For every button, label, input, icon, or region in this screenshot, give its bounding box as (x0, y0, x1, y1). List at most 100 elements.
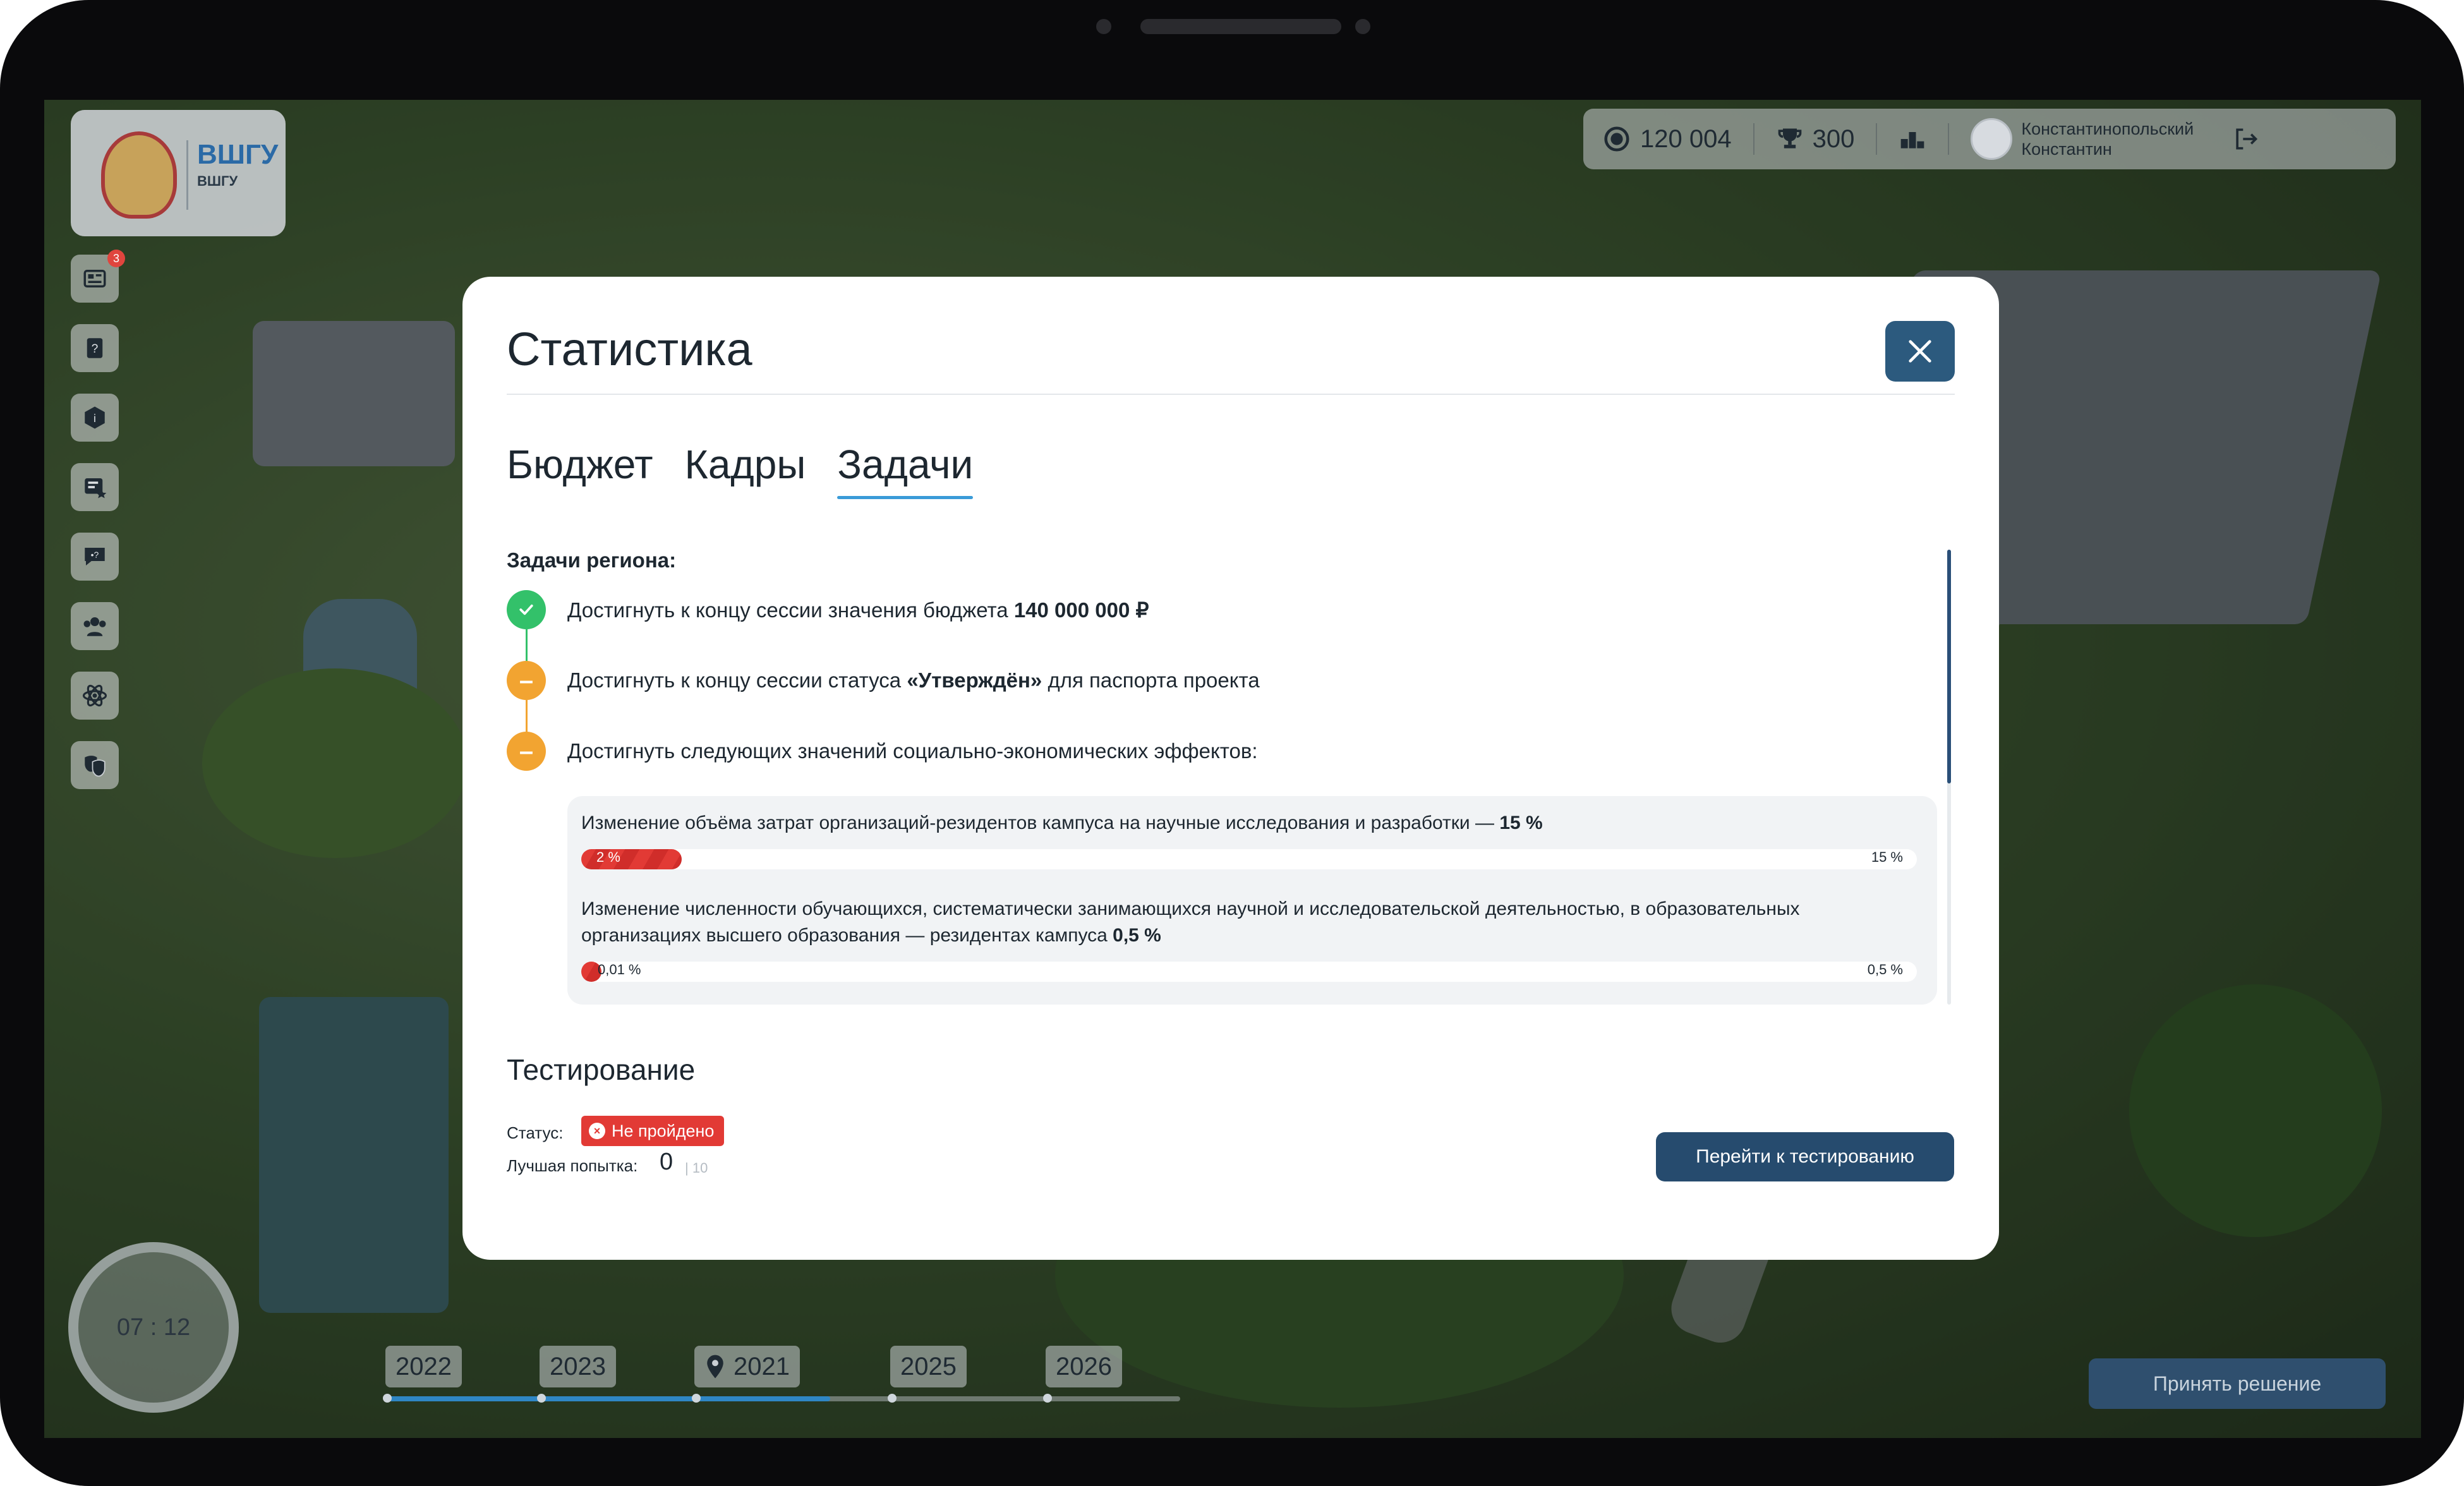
location-pin-icon (707, 1355, 723, 1379)
timeline-dot (888, 1394, 897, 1403)
user-firstname: Константин (2021, 140, 2112, 159)
effect-description: Изменение объёма затрат организаций-рези… (581, 812, 1543, 833)
trophies-value: 300 (1812, 124, 1855, 153)
sidebar-item-science[interactable] (71, 672, 119, 720)
close-button[interactable] (1885, 321, 1955, 382)
svg-text:?: ? (92, 342, 99, 356)
tab-tasks[interactable]: Задачи (837, 441, 973, 499)
status-value: Не пройдено (612, 1121, 715, 1140)
divider (1876, 123, 1878, 155)
university-logo-caption: ВШГУ (197, 173, 238, 189)
effects-panel: Изменение объёма затрат организаций-рези… (567, 796, 1937, 1005)
trophies-counter: 300 (1776, 124, 1855, 154)
current-year-label: 2021 (734, 1352, 790, 1380)
sidebar-item-team[interactable] (71, 602, 119, 650)
logo-panel: ВШГУ ВШГУ (71, 110, 286, 236)
info-shield-icon: i (85, 406, 105, 429)
coins-value: 120 004 (1640, 124, 1732, 153)
rated-list-icon (85, 478, 107, 498)
leaderboard-button[interactable] (1899, 125, 1926, 153)
university-logo-mark: ВШГУ (197, 139, 279, 170)
best-attempt-label: Лучшая попытка: (507, 1156, 638, 1175)
divider (1753, 123, 1754, 155)
close-icon (1909, 340, 1931, 363)
task-connector (526, 629, 528, 662)
timeline-year[interactable]: 2026 (1046, 1346, 1122, 1387)
news-icon (83, 270, 106, 287)
team-icon (83, 617, 106, 636)
podium-icon (1901, 132, 1924, 148)
user-name: Константинопольский Константин (2021, 119, 2194, 159)
theater-masks-icon (85, 756, 106, 777)
status-badge: × Не пройдено (581, 1116, 725, 1146)
svg-text:i: i (94, 412, 96, 425)
help-book-icon: ? (87, 338, 103, 358)
sidebar-item-culture[interactable] (71, 741, 119, 789)
effect-progress-bar: 2 % 15 % (581, 849, 1917, 869)
task-connector (526, 700, 528, 733)
divider (1948, 123, 1950, 155)
divider (507, 394, 1955, 395)
go-to-testing-button[interactable]: Перейти к тестированию (1656, 1132, 1954, 1181)
speaker-grille (1140, 19, 1341, 34)
sensor-dot (1355, 19, 1370, 34)
notification-badge: 3 (107, 250, 125, 267)
timeline-year[interactable]: 2023 (540, 1346, 616, 1387)
logo-divider (186, 140, 188, 210)
timeline-year-current[interactable]: 2021 (694, 1346, 800, 1387)
effect-progress-bar: 0,01 % 0,5 % (581, 962, 1917, 982)
sidebar-item-help[interactable]: ? (71, 324, 119, 372)
atom-icon (82, 684, 107, 707)
tasks-heading: Задачи региона: (507, 548, 677, 572)
effect-current-value: 0,01 % (598, 962, 641, 977)
timeline-year[interactable]: 2022 (385, 1346, 462, 1387)
effect-current-value: 2 % (596, 849, 620, 865)
sidebar-item-chat[interactable]: •? (71, 533, 119, 581)
logout-icon[interactable] (2231, 125, 2259, 153)
task-text: Достигнуть следующих значений социально-… (567, 739, 1258, 763)
user-surname: Константинопольский (2021, 119, 2194, 138)
effect-target-value: 0,5 % (1867, 962, 1903, 977)
tab-staff[interactable]: Кадры (685, 441, 806, 499)
svg-text:•?: •? (91, 550, 99, 560)
avatar[interactable] (1971, 118, 2013, 160)
sidebar-item-info[interactable]: i (71, 394, 119, 442)
statistics-modal: Статистика Бюджет Кадры Задачи Задачи ре… (462, 277, 1999, 1260)
task-text: Достигнуть к концу сессии статуса «Утвер… (567, 668, 1260, 692)
effect-target-value: 15 % (1871, 849, 1903, 865)
camera-dot (1096, 19, 1111, 34)
sidebar-item-news[interactable]: 3 (71, 250, 125, 303)
timeline-dot (383, 1394, 392, 1403)
task-item: – Достигнуть следующих значений социальн… (507, 732, 1258, 771)
timeline-dot (692, 1394, 701, 1403)
stats-tabs: Бюджет Кадры Задачи (507, 441, 973, 499)
session-timer: 07 : 12 (68, 1242, 239, 1413)
task-item: – Достигнуть к концу сессии статуса «Утв… (507, 661, 1260, 700)
pending-icon: – (507, 661, 546, 700)
scrollbar-thumb[interactable] (1947, 550, 1951, 783)
best-attempt-max: | 10 (685, 1160, 708, 1176)
player-stats-bar: 120 004 300 Константинопольский Констант… (1583, 109, 2396, 169)
best-attempt-score: 0 (660, 1149, 673, 1175)
timeline-year[interactable]: 2025 (890, 1346, 967, 1387)
make-decision-button[interactable]: Принять решение (2089, 1358, 2386, 1409)
pending-icon: – (507, 732, 546, 771)
task-item: Достигнуть к концу сессии значения бюдже… (507, 590, 1149, 629)
tab-budget[interactable]: Бюджет (507, 441, 653, 499)
sidebar-item-ratings[interactable] (71, 463, 119, 511)
timeline-dot (537, 1394, 546, 1403)
coins-counter: 120 004 (1602, 124, 1732, 154)
trophy-icon (1778, 128, 1801, 148)
testing-heading: Тестирование (507, 1053, 696, 1086)
check-icon (507, 590, 546, 629)
status-label: Статус: (507, 1123, 564, 1142)
emblem-logo (101, 131, 177, 219)
tablet-frame: ВШГУ ВШГУ 3 ? i •? 120 004 300 Константи… (0, 0, 2464, 1486)
coin-icon (1604, 126, 1629, 152)
task-text: Достигнуть к концу сессии значения бюдже… (567, 598, 1149, 622)
effect-description: Изменение численности обучающихся, систе… (581, 898, 1800, 946)
timeline-dot (1043, 1394, 1052, 1403)
error-icon: × (589, 1123, 605, 1139)
timeline-progress (385, 1396, 830, 1401)
modal-title: Статистика (507, 323, 752, 375)
